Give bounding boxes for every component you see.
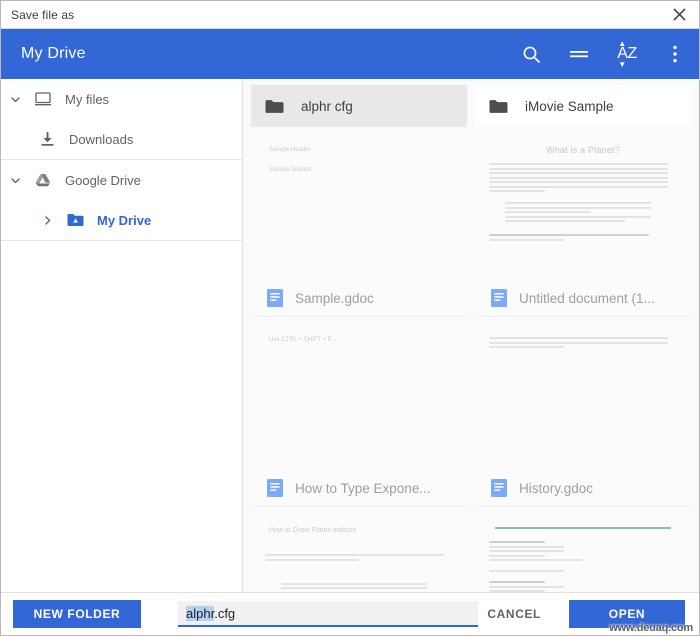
filename-extension-text: .cfg (214, 605, 236, 621)
thumbnail-list (265, 582, 453, 589)
thumbnail-paragraph (265, 554, 453, 561)
file-grid: alphr cfg iMovie Sample Sample Header Sa… (251, 85, 691, 595)
thumbnail-paragraph (489, 337, 677, 348)
file-card-letter-template[interactable] (475, 511, 691, 595)
close-icon (672, 8, 686, 21)
folder-icon (489, 99, 513, 114)
filename-value: alphr.cfg (178, 605, 236, 621)
chevron-down-icon[interactable] (1, 94, 29, 105)
save-file-dialog: Save file as My Drive ▲ AZ ▼ My files Do… (0, 0, 700, 636)
file-card-how-to-type-exponents[interactable]: Use CTRL + SHIFT + E ... How to Type Exp… (251, 321, 467, 507)
google-docs-icon (267, 289, 283, 307)
file-card-footer: How to Type Expone... (251, 470, 467, 506)
sidebar-group-my-files: My files Downloads (1, 79, 242, 160)
file-name: History.gdoc (519, 480, 594, 496)
sidebar-item-label: My Drive (97, 212, 152, 228)
thumbnail-paragraph-2 (489, 234, 677, 241)
google-docs-icon (267, 479, 283, 497)
file-card-sample-gdoc[interactable]: Sample Header Sample Subtext Sample.gdoc (251, 131, 467, 317)
file-card-untitled-document[interactable]: What is a Planet? Untitled document (1..… (475, 131, 691, 317)
thumbnail-block-sender (489, 541, 677, 561)
file-thumbnail: How to Grow Plants Indoors (251, 511, 467, 595)
file-browser-pane[interactable]: alphr cfg iMovie Sample Sample Header Sa… (243, 79, 699, 595)
thumbnail-title: How to Grow Plants Indoors (269, 527, 357, 534)
chevron-right-icon[interactable] (33, 215, 61, 226)
thumbnail-line: Sample Header (269, 147, 311, 153)
file-name: Sample.gdoc (295, 290, 374, 306)
sort-az-button[interactable]: ▲ AZ ▼ (603, 29, 651, 79)
open-button[interactable]: OPEN (569, 600, 685, 628)
sort-az-up-arrow: ▲ (618, 39, 626, 48)
file-thumbnail: Sample Header Sample Subtext (251, 131, 467, 280)
sort-az-icon: ▲ AZ ▼ (617, 40, 637, 69)
cancel-button[interactable]: CANCEL (487, 607, 541, 621)
chevron-down-icon[interactable] (1, 175, 29, 186)
drive-folder-icon (61, 213, 89, 227)
google-drive-icon (29, 173, 57, 187)
sidebar-item-label: Google Drive (65, 172, 141, 188)
folder-name: alphr cfg (301, 98, 353, 114)
new-folder-button[interactable]: NEW FOLDER (13, 600, 141, 628)
sidebar-item-downloads[interactable]: Downloads (1, 119, 242, 159)
more-options-button[interactable] (651, 29, 699, 79)
list-view-button[interactable] (555, 29, 603, 79)
sidebar-item-label: My files (65, 91, 110, 107)
filename-input[interactable]: alphr.cfg (178, 601, 478, 627)
file-thumbnail (475, 511, 691, 595)
folder-card-alphr-cfg[interactable]: alphr cfg (251, 85, 467, 127)
sidebar-item-label: Downloads (69, 131, 134, 147)
search-icon (522, 45, 541, 64)
file-thumbnail (475, 321, 691, 470)
thumbnail-paragraph (489, 163, 677, 192)
thumbnail-line: Sample Subtext (269, 167, 312, 173)
sidebar-item-google-drive[interactable]: Google Drive (1, 160, 242, 200)
app-bar: My Drive ▲ AZ ▼ (1, 29, 699, 79)
more-vertical-icon (673, 45, 677, 63)
file-card-footer: History.gdoc (475, 470, 691, 506)
thumbnail-list (489, 202, 677, 222)
file-thumbnail: What is a Planet? (475, 131, 691, 280)
file-card-history-gdoc[interactable]: History.gdoc (475, 321, 691, 507)
thumbnail-block-subject (489, 570, 677, 572)
current-location-title: My Drive (21, 45, 86, 62)
file-name: How to Type Expone... (295, 480, 431, 496)
file-card-footer: Sample.gdoc (251, 280, 467, 316)
folder-icon (265, 99, 289, 114)
thumbnail-title: What is a Planet? (546, 145, 620, 155)
file-thumbnail: Use CTRL + SHIFT + E ... (251, 321, 467, 470)
sidebar-item-my-drive[interactable]: My Drive (1, 200, 242, 240)
search-button[interactable] (507, 29, 555, 79)
download-icon (33, 131, 61, 147)
sidebar: My files Downloads Google Drive My Drive (1, 79, 243, 595)
google-docs-icon (491, 479, 507, 497)
dialog-body: My files Downloads Google Drive My Drive… (1, 79, 699, 595)
close-button[interactable] (659, 2, 699, 28)
sidebar-item-my-files[interactable]: My files (1, 79, 242, 119)
computer-icon (29, 92, 57, 106)
thumbnail-accent-rule (495, 527, 671, 529)
list-view-icon (570, 47, 588, 61)
file-card-how-to-grow-plants[interactable]: How to Grow Plants Indoors (251, 511, 467, 595)
thumbnail-line: Use CTRL + SHIFT + E ... (269, 337, 339, 343)
filename-selected-text: alphr (186, 605, 215, 621)
dialog-title: Save file as (11, 7, 75, 22)
sidebar-group-google-drive: Google Drive My Drive (1, 160, 242, 241)
folder-name: iMovie Sample (525, 98, 614, 114)
google-docs-icon (491, 289, 507, 307)
bottom-action-bar: NEW FOLDER alphr.cfg CANCEL OPEN (1, 592, 699, 635)
sort-az-down-arrow: ▼ (618, 60, 626, 69)
titlebar: Save file as (1, 1, 699, 29)
file-card-footer: Untitled document (1... (475, 280, 691, 316)
folder-card-imovie-sample[interactable]: iMovie Sample (475, 85, 691, 127)
file-name: Untitled document (1... (519, 290, 655, 306)
